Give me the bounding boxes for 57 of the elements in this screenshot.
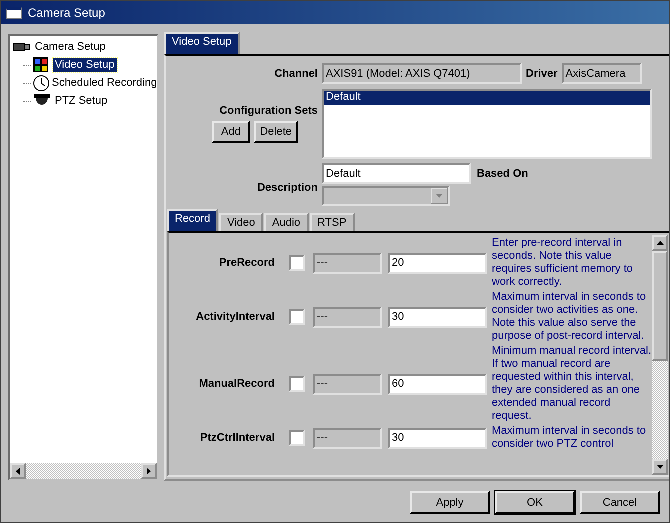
value-field[interactable]: 20 (388, 252, 487, 274)
tab[interactable]: Record (167, 209, 218, 231)
help-text: Maximum interval in seconds to consider two activities as one. Note this value also serve the purpose of post-record interval. (492, 291, 648, 343)
setting-label: ActivityInterval (195, 311, 275, 323)
setting-label: ManualRecord (198, 378, 275, 390)
checkbox[interactable] (289, 255, 305, 271)
color-grid-icon (33, 57, 49, 73)
tab[interactable]: Video (219, 213, 264, 231)
action-button[interactable]: Delete (254, 121, 298, 143)
window-title: Camera Setup (28, 6, 106, 20)
field-label: Based On (477, 168, 528, 180)
vertical-scrollbar[interactable] (652, 235, 668, 475)
value-field[interactable]: 30 (388, 428, 487, 448)
help-text: Maximum interval in seconds to consider two PTZ control (492, 425, 648, 451)
right-arrow-icon (147, 468, 151, 474)
field-label: Description (256, 180, 318, 194)
driver-field: AxisCamera (562, 63, 642, 84)
configuration-list[interactable]: Default (322, 89, 652, 159)
clock-icon (33, 74, 50, 92)
default-field: --- (313, 374, 382, 394)
dialog-button[interactable]: OK (495, 491, 575, 514)
default-field: --- (313, 306, 382, 328)
default-field: --- (313, 252, 382, 274)
field-label: Driver (526, 68, 558, 80)
tab[interactable]: RTSP (310, 213, 355, 231)
tree-item[interactable]: PTZ Setup (53, 94, 110, 108)
tab[interactable]: Video Setup (164, 32, 240, 54)
help-text: Enter pre-record interval in seconds. Note this value requires sufficient memory to work correctly. (492, 237, 634, 289)
tree-item[interactable]: Video Setup (53, 58, 117, 72)
up-arrow-icon (656, 241, 664, 245)
default-field: --- (313, 428, 382, 448)
description-field[interactable]: Default (322, 163, 471, 184)
value-field[interactable]: 60 (388, 374, 487, 394)
dropdown-arrow-icon (436, 194, 443, 198)
checkbox[interactable] (289, 430, 305, 446)
help-text: Minimum manual record interval. If two manual record are requested within this interval, they are considered as an one extended manual record request. (492, 345, 652, 423)
field-label: Configuration Sets (220, 105, 318, 117)
field-label: Channel (274, 68, 318, 80)
left-arrow-icon (16, 468, 20, 474)
channel-field: AXIS91 (Model: AXIS Q7401) (322, 63, 522, 84)
setting-label: PtzCtrlInterval (199, 432, 275, 444)
setting-label: PreRecord (218, 257, 275, 269)
dialog-button[interactable]: Apply (410, 491, 490, 514)
based-on-dropdown[interactable] (322, 186, 450, 206)
down-arrow-icon (656, 465, 664, 469)
horizontal-scrollbar[interactable] (10, 463, 157, 479)
dialog-button[interactable]: Cancel (580, 491, 660, 514)
value-field[interactable]: 30 (388, 306, 487, 328)
list-item[interactable]: Default (324, 91, 650, 105)
tree-item[interactable]: Scheduled Recording (50, 76, 157, 90)
checkbox[interactable] (289, 309, 305, 325)
action-button[interactable]: Add (212, 121, 250, 143)
camera-icon (13, 41, 31, 53)
tab[interactable]: Audio (264, 213, 309, 231)
checkbox[interactable] (289, 376, 305, 392)
tree-item[interactable]: Camera Setup (33, 40, 108, 54)
window-icon (6, 6, 22, 18)
